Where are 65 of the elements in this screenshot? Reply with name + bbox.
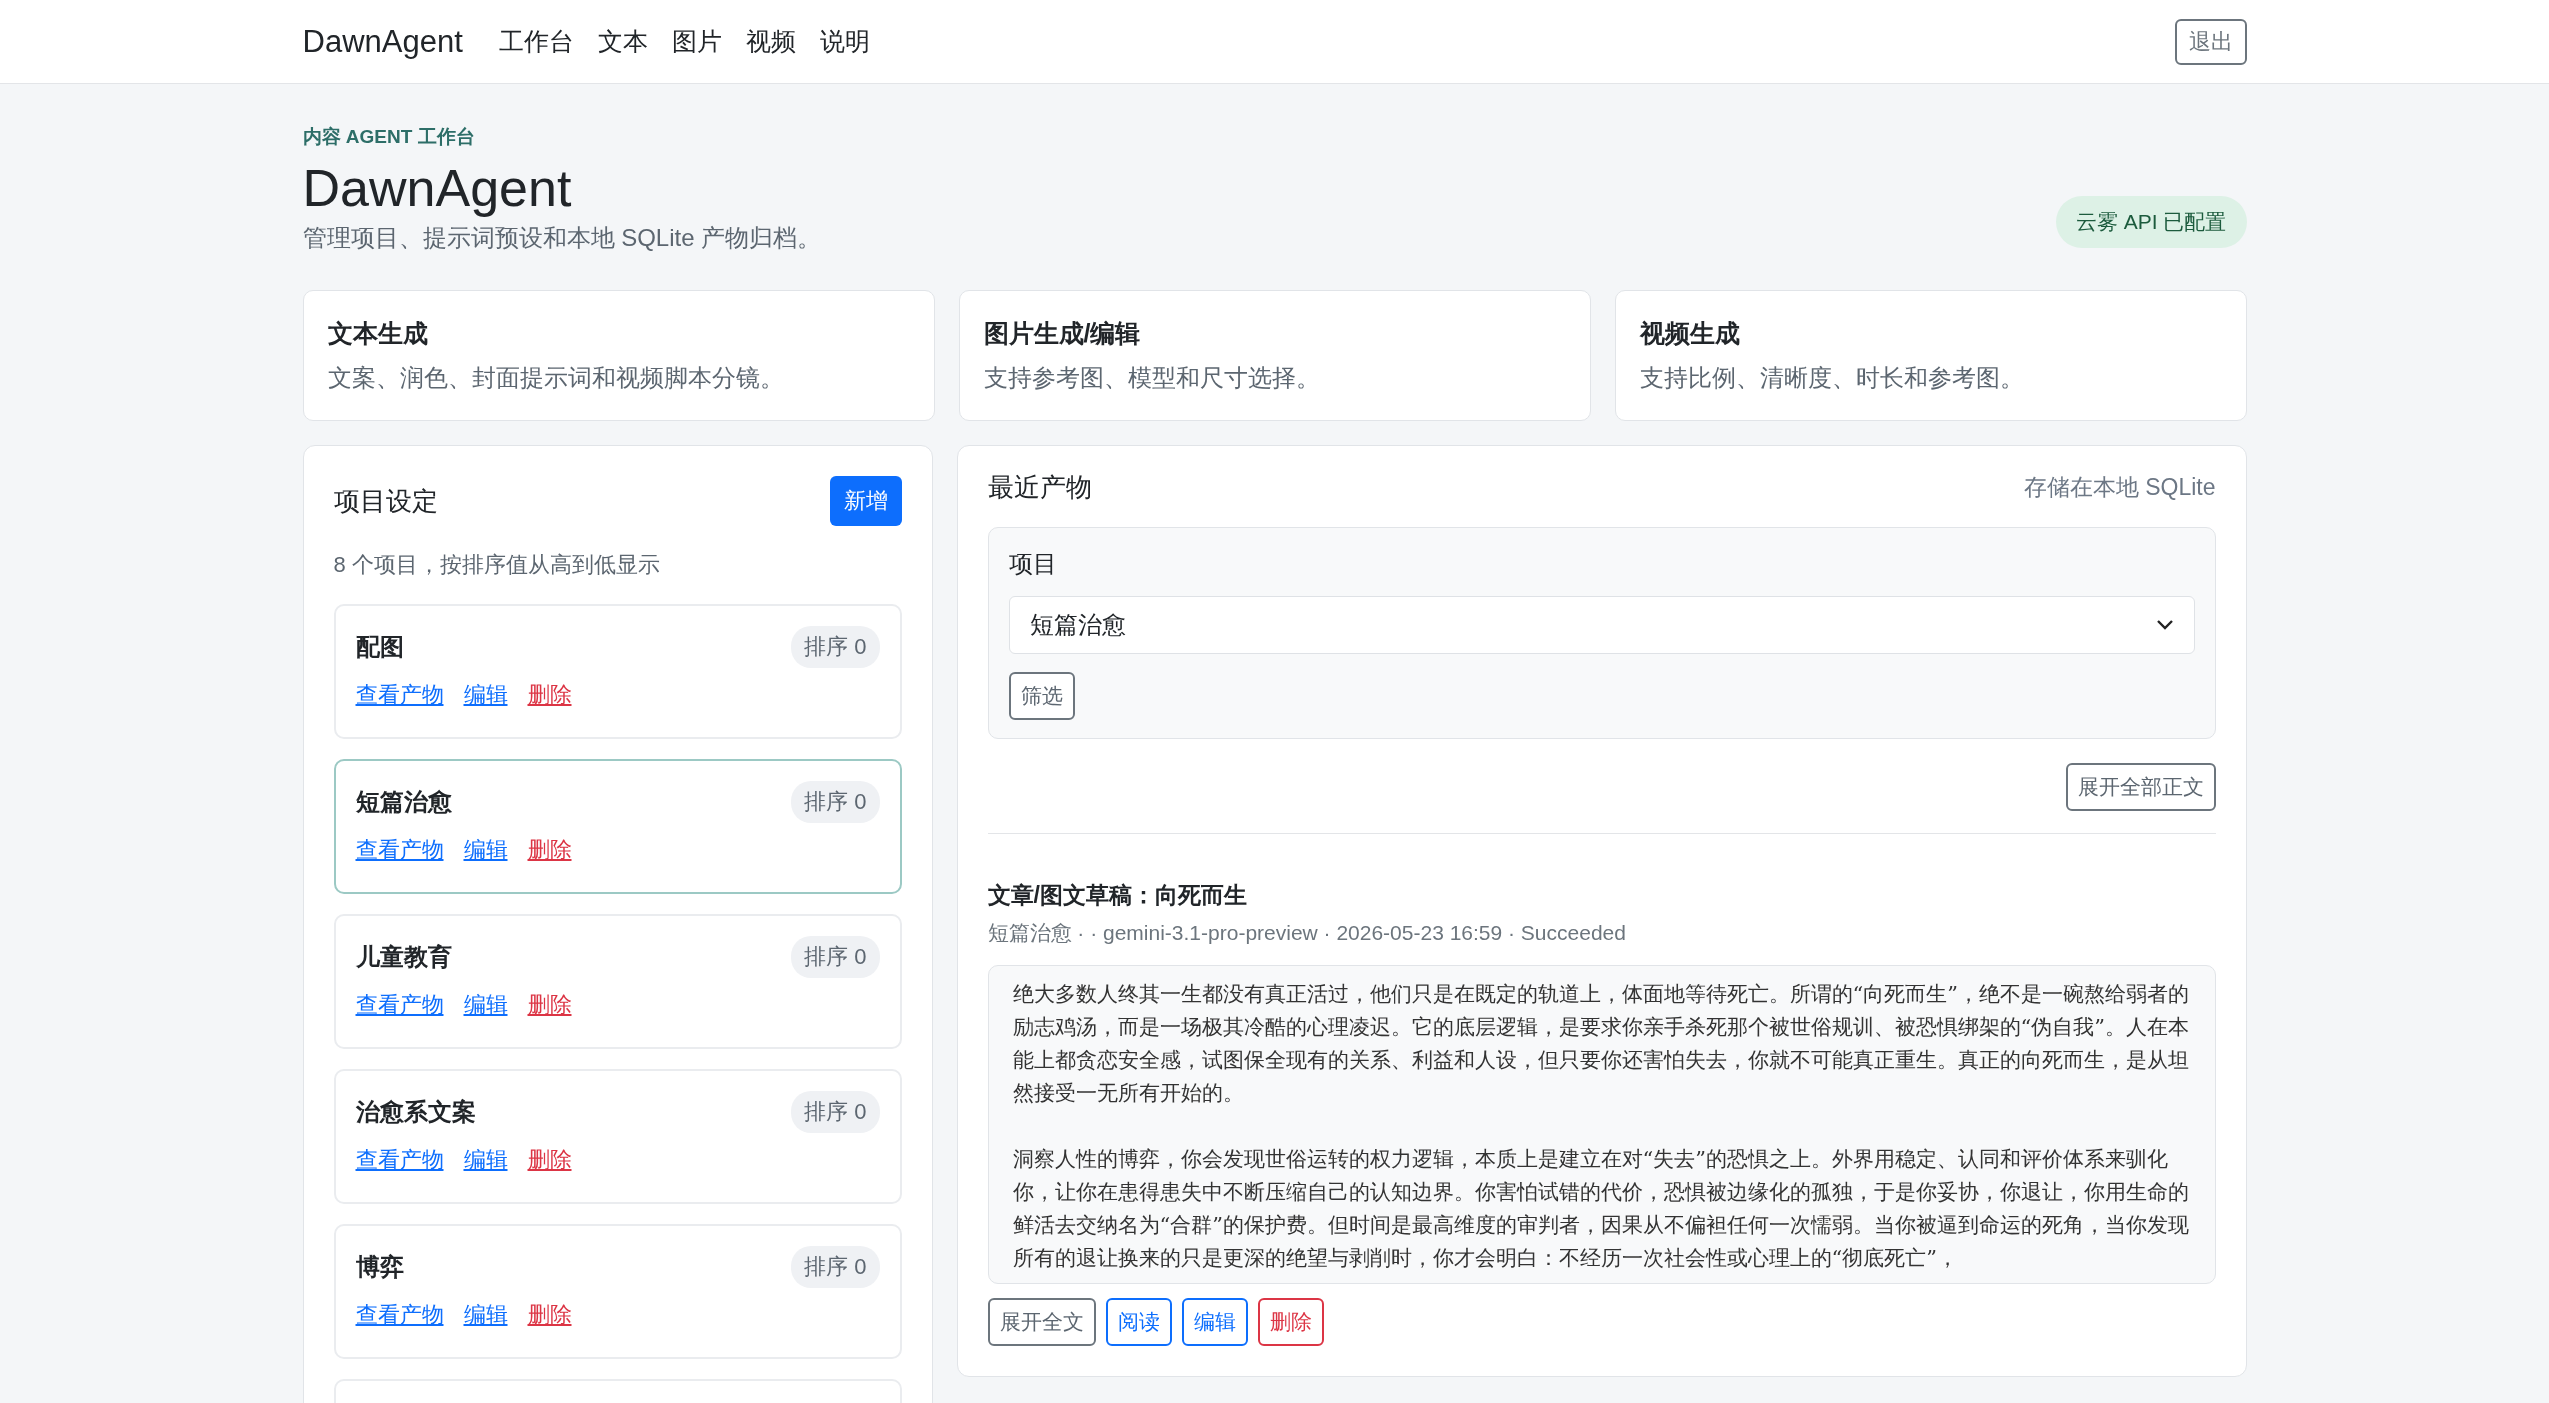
feature-title: 视频生成: [1639, 318, 1741, 349]
sort-badge: 排序 0: [791, 1246, 880, 1288]
nav-link[interactable]: 图片: [671, 25, 722, 58]
nav-link[interactable]: 视频: [745, 25, 796, 58]
action-link[interactable]: 查看产物: [355, 835, 444, 865]
action-link[interactable]: 编辑: [463, 1300, 508, 1330]
project-card[interactable]: 配图 排序 0 查看产物 编辑 删除: [333, 604, 902, 739]
storage-note: 存储在本地 SQLite: [2023, 473, 2216, 502]
projects-summary: 8 个项目，按排序值从高到低显示: [333, 551, 661, 579]
feature-description: 支持参考图、模型和尺寸选择。: [983, 363, 1321, 393]
status-badge: 云雾 API 已配置: [2055, 196, 2247, 248]
artifact-action-button[interactable]: 编辑: [1181, 1298, 1248, 1346]
nav-link[interactable]: 工作台: [498, 25, 574, 58]
artifact-action-button[interactable]: 展开全文: [987, 1298, 1096, 1346]
filter-label: 项目: [1008, 549, 1058, 579]
project-card[interactable]: 儿童教育 排序 0 查看产物 编辑 删除: [333, 914, 902, 1049]
project-name: 治愈系文案: [355, 1097, 476, 1127]
sort-badge: 排序 0: [791, 936, 880, 978]
add-button[interactable]: 新增: [829, 476, 902, 526]
action-link[interactable]: 编辑: [463, 680, 508, 710]
action-link[interactable]: 编辑: [463, 1145, 508, 1175]
page-subtitle: 管理项目、提示词预设和本地 SQLite 产物归档。: [302, 223, 822, 253]
logout-button[interactable]: 退出: [2174, 18, 2247, 65]
project-name: 短篇治愈: [355, 787, 452, 817]
action-link[interactable]: 查看产物: [355, 680, 444, 710]
panel-title: 项目设定: [333, 484, 438, 518]
sort-badge: 排序 0: [791, 1091, 880, 1133]
action-link[interactable]: 删除: [527, 990, 572, 1020]
action-link[interactable]: 删除: [527, 1300, 572, 1330]
feature-description: 文案、润色、封面提示词和视频脚本分镜。: [327, 363, 785, 393]
artifact-title: 文章/图文草稿：向死而生: [987, 881, 1248, 910]
article-paragraph: 绝大多数人终其一生都没有真正活过，他们只是在既定的轨道上，体面地等待死亡。所谓的“向死而生”，绝不是一碗熬给弱者的励志鸡汤，而是一场极其冷酷的心理凌迟。它的底层逻辑，是要求你亲手杀死那个被世俗规训、被恐惧绑架的“伪自我”。人在本能上都贪恋安全感，试图保全现有的关系、利益和人设，但只要你还害怕失去，你就不可能真正重生。真正的向死而生，是从坦然接受一无所有开始的。: [1012, 981, 2190, 1107]
feature-description: 支持比例、清晰度、时长和参考图。: [1639, 363, 2025, 393]
project-select[interactable]: 短篇治愈: [1008, 596, 2195, 654]
action-link[interactable]: 删除: [527, 835, 572, 865]
action-link[interactable]: 编辑: [463, 835, 508, 865]
artifact-action-button[interactable]: 阅读: [1105, 1298, 1172, 1346]
brand-name[interactable]: DawnAgent: [302, 23, 463, 60]
project-name: 博弈: [355, 1252, 404, 1282]
expand-all-button[interactable]: 展开全部正文: [2065, 763, 2216, 811]
eyebrow-label: 内容 AGENT 工作台: [302, 125, 476, 149]
page-title: DawnAgent: [302, 158, 573, 218]
nav-link[interactable]: 文本: [597, 25, 648, 58]
sort-badge: 排序 0: [791, 781, 880, 823]
project-card[interactable]: 短篇治愈 排序 0 查看产物 编辑 删除: [333, 759, 902, 894]
artifact-action-button[interactable]: 删除: [1257, 1298, 1324, 1346]
feature-title: 文本生成: [327, 318, 429, 349]
action-link[interactable]: 编辑: [463, 990, 508, 1020]
action-link[interactable]: 查看产物: [355, 1145, 444, 1175]
project-name: 儿童教育: [355, 942, 452, 972]
filter-button[interactable]: 筛选: [1008, 672, 1075, 720]
nav-link[interactable]: 说明: [819, 25, 870, 58]
chevron-down-icon: [2155, 619, 2174, 631]
action-link[interactable]: 删除: [527, 1145, 572, 1175]
artifact-meta: 短篇治愈 · · gemini-3.1-pro-preview · 2026-05-23 16:59 · Succeeded: [987, 920, 1627, 946]
action-link[interactable]: 删除: [527, 680, 572, 710]
article-paragraph: 洞察人性的博弈，你会发现世俗运转的权力逻辑，本质上是建立在对“失去”的恐惧之上。外界用稳定、认同和评价体系来驯化你，让你在患得患失中不断压缩自己的认知边界。你害怕试错的代价，恐惧被边缘化的孤独，于是你妥协，你退让，你用生命的鲜活去交纳名为“合群”的保护费。但时间是最高维度的审判者，因果从不偏袒任何一次懦弱。当你被逼到命运的死角，当你发现所有的退让换来的只是更深的绝望与剥削时，你才会明白：不经历一次社会性或心理上的“彻底死亡”，: [1012, 1146, 2190, 1272]
project-card[interactable]: 博弈 排序 0 查看产物 编辑 删除: [333, 1224, 902, 1359]
sort-badge: 排序 0: [791, 626, 880, 668]
project-name: 配图: [355, 632, 404, 662]
feature-title: 图片生成/编辑: [983, 318, 1142, 349]
project-card[interactable]: 治愈系文案 排序 0 查看产物 编辑 删除: [333, 1069, 902, 1204]
action-link[interactable]: 查看产物: [355, 990, 444, 1020]
panel-title: 最近产物: [987, 471, 1092, 504]
action-link[interactable]: 查看产物: [355, 1300, 444, 1330]
